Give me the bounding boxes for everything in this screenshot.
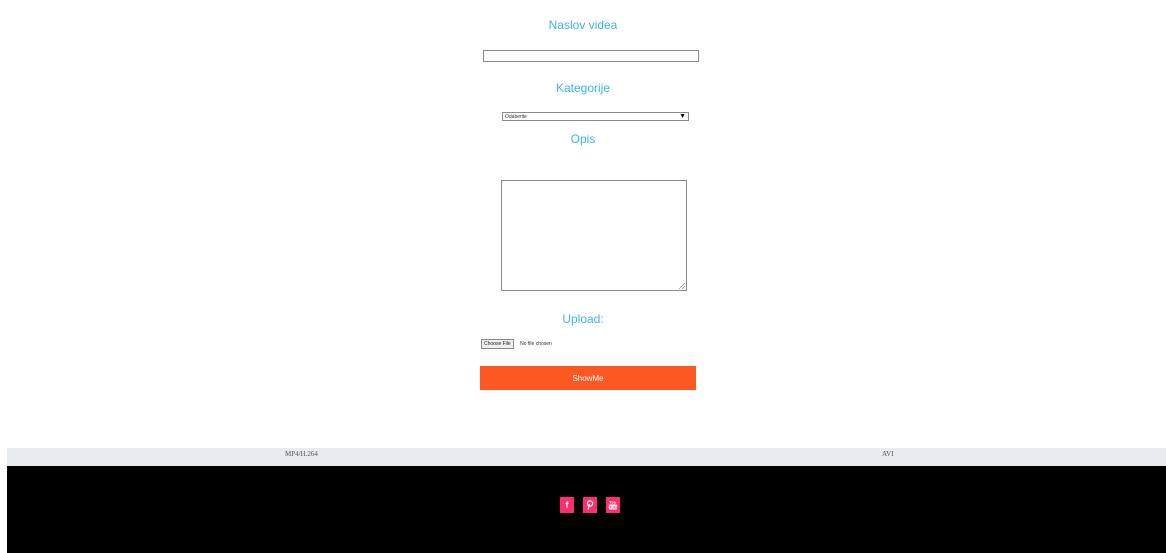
title-label: Naslov videa <box>548 18 618 32</box>
youtube-glyph-icon: You Tube <box>608 500 618 510</box>
description-textarea[interactable] <box>501 180 687 291</box>
file-status-text: No file chosen <box>520 340 552 347</box>
title-input[interactable] <box>483 50 699 62</box>
choose-file-button[interactable]: Choose File <box>481 338 514 349</box>
footer: f You Tube <box>7 466 1166 553</box>
category-label: Kategorije <box>555 81 611 95</box>
format-avi: AVI <box>882 450 894 458</box>
showme-submit-button[interactable]: ShowMe <box>480 366 696 390</box>
facebook-icon[interactable]: f <box>560 497 574 513</box>
pinterest-glyph-icon <box>586 500 594 510</box>
resize-grip-icon[interactable] <box>679 283 685 289</box>
dropdown-arrow-icon: ▼ <box>679 113 686 120</box>
category-selected-value: Odaberite <box>505 114 527 120</box>
format-mp4: MP4/H.264 <box>285 450 318 458</box>
svg-text:Tube: Tube <box>610 506 618 510</box>
pinterest-icon[interactable] <box>583 497 597 513</box>
file-upload: Choose File No file chosen <box>481 335 552 349</box>
facebook-glyph: f <box>565 500 569 510</box>
upload-label: Upload: <box>562 312 604 326</box>
description-label: Opis <box>570 132 596 146</box>
category-select[interactable]: Odaberite ▼ <box>502 112 689 121</box>
svg-text:You: You <box>609 500 617 505</box>
youtube-icon[interactable]: You Tube <box>606 497 620 513</box>
formats-bar: MP4/H.264 AVI <box>7 448 1166 466</box>
